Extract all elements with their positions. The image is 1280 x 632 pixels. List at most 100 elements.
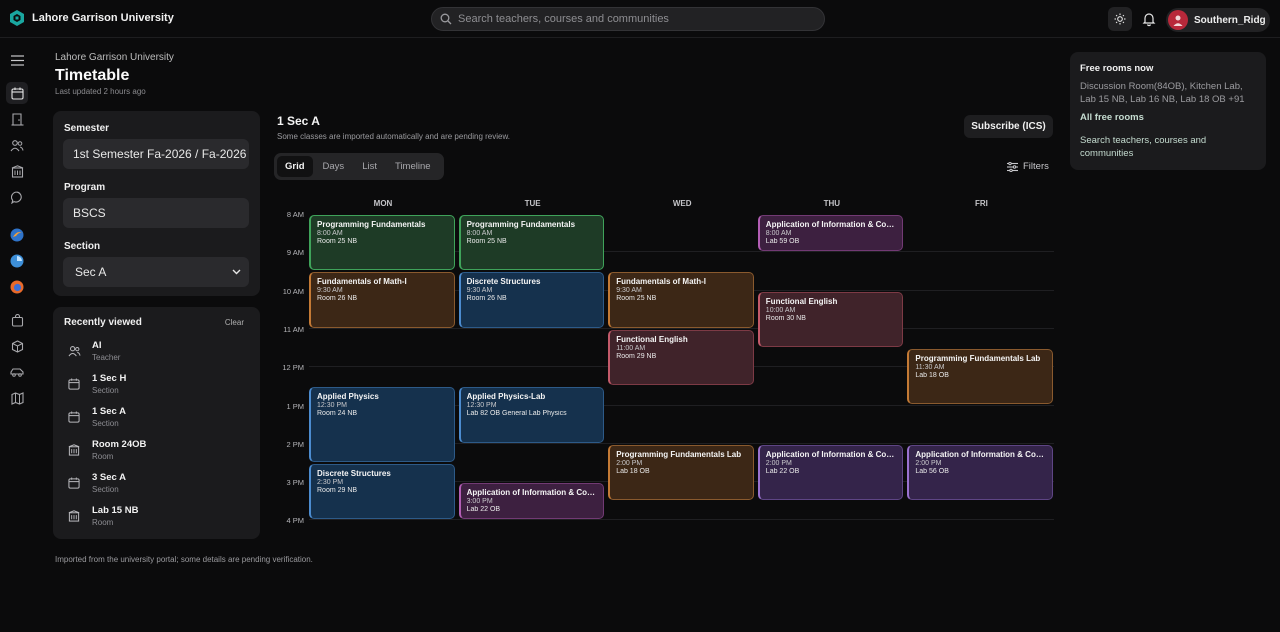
timetable-grid: MON TUE WED THU FRI 8 AM 9 AM 10 AM 11 AM 12 PM 1 … — [276, 193, 1054, 530]
brand[interactable]: Lahore Garrison University — [8, 9, 174, 27]
app-blue-orange-icon[interactable] — [9, 227, 25, 243]
class-event[interactable]: Programming Fundamentals 8:00 AM Room 25 N… — [309, 215, 455, 271]
event-room: Lab 59 OB — [765, 238, 800, 245]
recent-item[interactable]: 3 Sec A Section — [66, 472, 126, 494]
building-icon[interactable] — [9, 163, 25, 179]
map-icon[interactable] — [9, 390, 25, 406]
recent-item[interactable]: Room 24OB Room — [66, 439, 146, 461]
event-time: 11:30 AM — [915, 364, 945, 372]
menu-icon[interactable] — [9, 52, 25, 68]
class-event[interactable]: Fundamentals of Math-I 9:30 AM Room 26 NB — [309, 272, 455, 328]
class-event[interactable]: Application of Information & Communicati… — [907, 444, 1053, 501]
recent-item[interactable]: 1 Sec H Section — [66, 373, 126, 395]
recent-item[interactable]: AI Teacher — [66, 340, 120, 362]
building-icon — [66, 442, 82, 458]
program-field[interactable]: BSCS — [63, 198, 249, 228]
clear-button[interactable]: Clear — [225, 318, 244, 327]
user-name: Southern_Ridg... — [1194, 14, 1266, 26]
day-header: THU — [823, 199, 841, 208]
class-event[interactable]: Fundamentals of Math-I 9:30 AM Room 25 NB — [608, 272, 754, 328]
theme-toggle-button[interactable] — [1108, 7, 1132, 31]
event-title: Discrete Structures — [466, 277, 541, 287]
recent-item[interactable]: 1 Sec A Section — [66, 406, 126, 428]
event-time: 2:00 PM — [765, 459, 792, 467]
class-event[interactable]: Applied Physics-Lab 12:30 PM Lab 82 OB Gen… — [458, 387, 605, 443]
class-event[interactable]: Application of Information & Communicati… — [458, 483, 605, 520]
event-time: 8:00 AM — [765, 230, 792, 237]
subscribe-ics-button[interactable]: Subscribe (ICS) — [964, 115, 1053, 138]
search-link[interactable]: Search teachers, courses and communities — [1080, 134, 1230, 160]
event-room: Room 26 NB — [317, 295, 358, 303]
class-event[interactable]: Discrete Structures 2:30 PM Room 29 NB — [309, 463, 455, 520]
class-event[interactable]: Functional English 10:00 AM Room 30 NB — [757, 291, 904, 348]
filters-button[interactable]: Filters — [1007, 161, 1049, 172]
event-time: 8:00 AM — [466, 230, 493, 237]
tab-list[interactable]: List — [354, 156, 385, 177]
hour-label: 4 PM — [286, 516, 304, 526]
event-room: Lab 56 OB — [915, 467, 949, 475]
chat-icon[interactable] — [9, 189, 25, 205]
users-icon[interactable] — [9, 137, 25, 153]
day-header: WED — [672, 199, 692, 208]
sliders-icon — [1007, 161, 1018, 172]
event-title: Application of Information & Communicati… — [466, 488, 598, 498]
university-logo-icon — [10, 10, 24, 26]
tab-grid[interactable]: Grid — [277, 156, 313, 177]
event-time: 9:30 AM — [317, 287, 343, 295]
recently-viewed: Recently viewed Clear AI Teacher 1 Sec H Se… — [53, 307, 260, 539]
hour-label: 2 PM — [286, 439, 304, 449]
event-title: Functional English — [765, 296, 838, 306]
program-label: Program — [64, 182, 106, 193]
semester-label: Semester — [64, 123, 110, 134]
hour-gridline — [309, 519, 1054, 521]
event-time: 3:00 PM — [466, 498, 493, 506]
event-room: Lab 22 OB — [466, 506, 501, 514]
hour-label: 8 AM — [286, 210, 304, 219]
filters-label: Filters — [1023, 161, 1049, 172]
chevron-down-icon — [232, 269, 241, 275]
page-title: Timetable — [55, 67, 130, 84]
breadcrumb[interactable]: Lahore Garrison University — [55, 52, 174, 63]
app-firefox-icon[interactable] — [9, 279, 25, 295]
door-icon[interactable] — [9, 111, 25, 127]
all-free-rooms-link[interactable]: All free rooms — [1080, 112, 1144, 123]
bell-icon[interactable] — [1141, 11, 1157, 27]
semester-field[interactable]: 1st Semester Fa-2026 / Fa-2026 — [63, 139, 249, 169]
hour-label: 1 PM — [286, 401, 304, 411]
app-name: Lahore Garrison University — [32, 12, 174, 24]
search-bar[interactable] — [431, 7, 825, 31]
recent-item[interactable]: Lab 15 NB Room — [66, 505, 138, 527]
class-event[interactable]: Functional English 11:00 AM Room 29 NB — [608, 329, 754, 386]
recent-item-name: Lab 15 NB — [92, 505, 139, 516]
class-event[interactable]: Programming Fundamentals 8:00 AM Room 25 N… — [458, 215, 605, 271]
recent-title: Recently viewed — [64, 317, 142, 328]
day-header: FRI — [974, 199, 988, 208]
user-menu[interactable]: Southern_Ridg... — [1166, 8, 1270, 32]
event-title: Programming Fundamentals Lab — [915, 354, 1041, 364]
class-event[interactable]: Application of Information & Communicati… — [757, 444, 904, 501]
recent-item-type: Teacher — [92, 353, 121, 362]
event-room: Lab 18 OB — [915, 372, 949, 380]
hour-label: 3 PM — [286, 478, 304, 488]
car-icon[interactable] — [9, 364, 25, 380]
event-title: Application of Information & Communicati… — [765, 220, 897, 229]
free-rooms-title: Free rooms now — [1080, 63, 1154, 74]
recent-item-name: AI — [92, 340, 102, 351]
tab-days[interactable]: Days — [315, 156, 353, 177]
class-event[interactable]: Application of Information & Communicati… — [757, 215, 904, 252]
class-event[interactable]: Applied Physics 12:30 PM Room 24 NB — [309, 387, 455, 462]
calendar-icon[interactable] — [6, 82, 28, 104]
search-icon — [440, 13, 452, 25]
app-blue-icon[interactable] — [9, 253, 25, 269]
bag-icon[interactable] — [9, 312, 25, 328]
boxes-icon[interactable] — [9, 338, 25, 354]
event-title: Programming Fundamentals Lab — [616, 449, 742, 459]
search-input[interactable] — [458, 13, 808, 25]
avatar — [1168, 10, 1188, 30]
tab-timeline[interactable]: Timeline — [387, 156, 439, 177]
class-event[interactable]: Programming Fundamentals Lab 2:00 PM Lab 1… — [608, 444, 754, 501]
event-time: 10:00 AM — [765, 306, 796, 314]
class-event[interactable]: Programming Fundamentals Lab 11:30 AM Lab … — [907, 349, 1053, 405]
section-select[interactable]: Sec A — [63, 257, 249, 287]
class-event[interactable]: Discrete Structures 9:30 AM Room 26 NB — [458, 272, 605, 328]
